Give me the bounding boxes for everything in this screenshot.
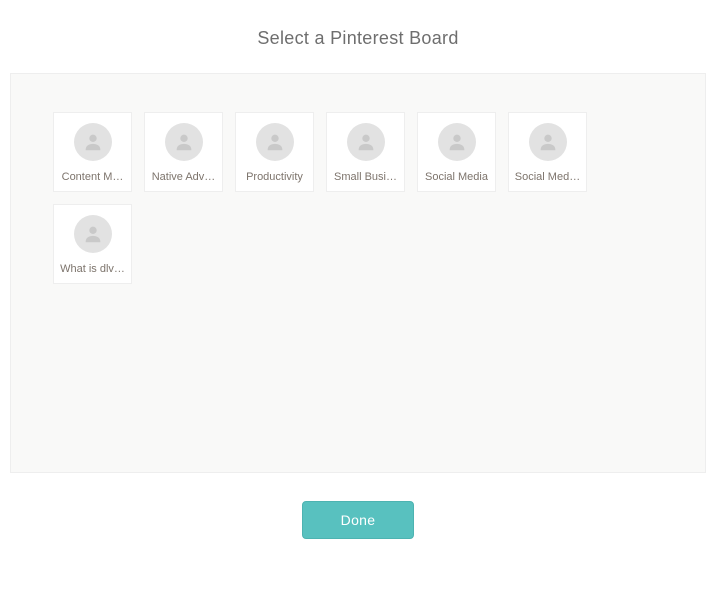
board-card-social-media[interactable]: Social Media	[417, 112, 496, 192]
board-card-productivity[interactable]: Productivity	[235, 112, 314, 192]
board-label: Social Med…	[513, 171, 582, 184]
done-button[interactable]: Done	[302, 501, 415, 539]
board-card-what-is-dlv[interactable]: What is dlv…	[53, 204, 132, 284]
person-icon	[347, 123, 385, 161]
board-card-native-advertising[interactable]: Native Adv…	[144, 112, 223, 192]
board-card-content-marketing[interactable]: Content M…	[53, 112, 132, 192]
boards-panel: Content M… Native Adv… Productivity Smal…	[10, 73, 706, 473]
board-label: Productivity	[240, 171, 309, 184]
person-icon	[256, 123, 294, 161]
board-card-social-media-2[interactable]: Social Med…	[508, 112, 587, 192]
footer: Done	[0, 473, 716, 539]
board-label: Native Adv…	[149, 171, 218, 184]
board-label: What is dlv…	[58, 263, 127, 276]
board-card-small-business[interactable]: Small Busi…	[326, 112, 405, 192]
person-icon	[74, 215, 112, 253]
board-label: Content M…	[58, 171, 127, 184]
board-label: Small Busi…	[331, 171, 400, 184]
person-icon	[438, 123, 476, 161]
person-icon	[74, 123, 112, 161]
person-icon	[165, 123, 203, 161]
page-title: Select a Pinterest Board	[0, 0, 716, 73]
boards-grid: Content M… Native Adv… Productivity Smal…	[53, 112, 663, 284]
board-label: Social Media	[422, 171, 491, 184]
person-icon	[529, 123, 567, 161]
